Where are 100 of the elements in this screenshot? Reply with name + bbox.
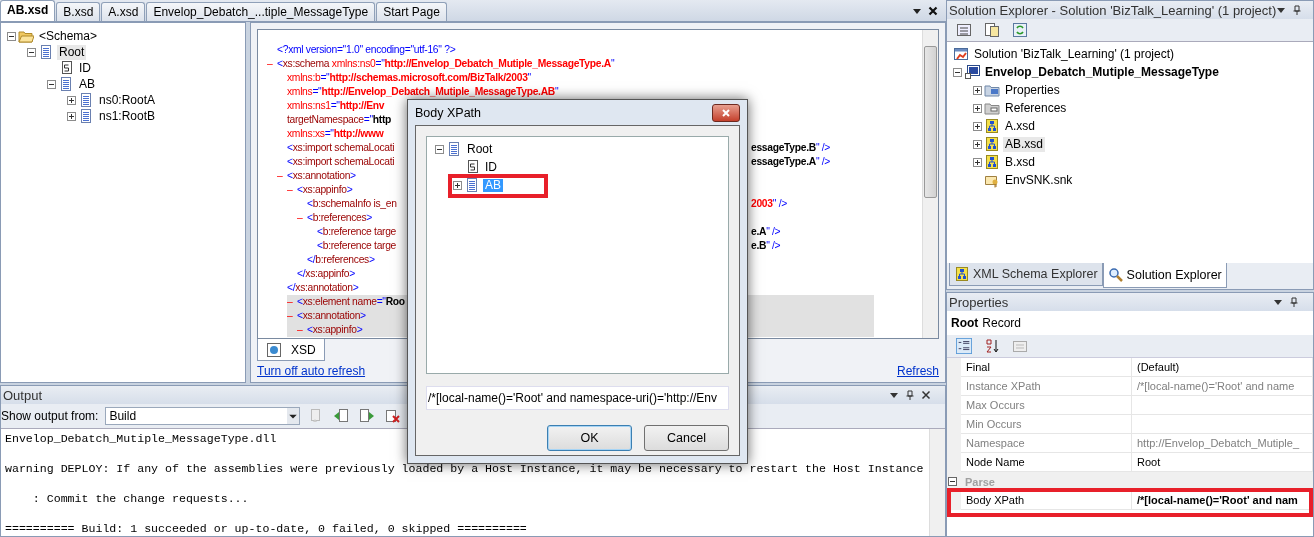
dialog-title: Body XPath <box>415 105 481 120</box>
previous-icon[interactable] <box>333 408 350 424</box>
dialog-button[interactable]: OK <box>547 425 632 451</box>
clear-icon[interactable] <box>385 408 402 424</box>
tree-toggle[interactable] <box>453 180 462 190</box>
scrollbar[interactable] <box>929 429 945 536</box>
close-icon[interactable] <box>921 390 931 400</box>
code-line: <xs:element name="Roo <box>297 295 405 309</box>
tree-item[interactable]: AB.xsd <box>1003 136 1045 152</box>
tree-toggle[interactable] <box>973 103 982 113</box>
code-line: <xs:appinfo> <box>297 183 353 197</box>
document-tab[interactable]: Start Page <box>376 2 447 21</box>
panel-tab[interactable]: XML Schema Explorer <box>949 263 1103 286</box>
collapse-toggle[interactable]: – <box>267 57 277 71</box>
scrollbar[interactable] <box>922 30 938 338</box>
link[interactable]: Refresh <box>896 364 939 378</box>
magnifier-icon <box>1107 267 1124 283</box>
pin-icon[interactable] <box>1292 5 1303 15</box>
show-files-icon[interactable] <box>984 22 1000 38</box>
output-source-dropdown[interactable]: Build <box>105 407 301 425</box>
tree-item[interactable]: ns0:RootA <box>97 92 158 108</box>
document-tab[interactable]: Envelop_Debatch_...tiple_MessageType <box>146 2 376 21</box>
dropdown-icon[interactable] <box>1273 297 1283 307</box>
dropdown-icon[interactable] <box>889 390 899 400</box>
globe-icon <box>266 341 282 358</box>
panel-tab[interactable]: Solution Explorer <box>1102 263 1227 288</box>
property-name: Namespace <box>961 434 1132 453</box>
tree-item[interactable]: <Schema> <box>37 28 100 44</box>
property-value[interactable]: /*[local-name()='Root' and nam <box>1132 491 1313 510</box>
property-value[interactable]: (Default) <box>1132 358 1313 377</box>
collapse-toggle[interactable]: – <box>297 211 307 225</box>
close-button[interactable] <box>712 103 740 122</box>
output-line: warning DEPLOY: If any of the assemblies were previously loaded by a Host Instance, it may be necessary to restart the Host Instance <box>5 461 924 476</box>
object-name: Root <box>951 316 979 330</box>
code-line: xmlns:b="http://schemas.microsoft.com/BizTalk/2003" <box>287 71 531 85</box>
tree-item[interactable]: ns1:RootB <box>97 108 158 124</box>
object-type: Record <box>982 316 1021 330</box>
collapse-toggle[interactable]: – <box>287 183 297 197</box>
tree-item[interactable]: Solution 'BizTalk_Learning' (1 project) <box>972 46 1177 62</box>
folder-icon <box>984 100 1000 116</box>
dialog-button[interactable]: Cancel <box>644 425 729 451</box>
categorized-icon[interactable] <box>956 338 972 354</box>
pin-icon[interactable] <box>905 390 915 400</box>
code-fragment: e.B" /> <box>751 239 782 253</box>
dropdown-icon[interactable] <box>1276 5 1287 15</box>
tree-toggle[interactable] <box>67 95 76 105</box>
property-name: Instance XPath <box>961 377 1132 396</box>
tree-item[interactable]: Root <box>57 44 87 60</box>
tree-item[interactable]: B.xsd <box>1003 154 1037 170</box>
code-fragment: <xs:import schemaLocati <box>287 155 395 169</box>
tree-item[interactable]: Properties <box>1003 82 1062 98</box>
diagram-icon <box>984 136 1000 152</box>
code-line: </b:references> <box>307 253 375 267</box>
tree-item[interactable]: References <box>1003 100 1069 116</box>
code-line: <?xml version="1.0" encoding="utf-16" ?> <box>277 43 456 57</box>
xpath-field[interactable]: /*[local-name()='Root' and namespace-uri()='http://Env <box>426 386 729 410</box>
code-line: </xs:annotation> <box>287 281 359 295</box>
refresh-icon[interactable] <box>1012 22 1028 38</box>
tree-toggle[interactable] <box>948 477 957 486</box>
document-tab[interactable]: B.xsd <box>56 2 101 21</box>
tree-toggle[interactable] <box>973 157 982 167</box>
document-tab[interactable]: AB.xsd <box>0 0 56 21</box>
output-line: : Commit the change requests... <box>31 491 249 506</box>
tree-toggle[interactable] <box>973 85 982 95</box>
output-line: Envelop_Debatch_Mutiple_MessageType.dll <box>5 431 277 446</box>
tree-item[interactable]: ID <box>77 60 93 76</box>
tree-toggle[interactable] <box>435 144 444 154</box>
properties-icon[interactable] <box>956 22 972 38</box>
tree-toggle[interactable] <box>27 47 36 57</box>
property-value[interactable]: http://Envelop_Debatch_Mutiple_ <box>1132 434 1313 453</box>
link[interactable]: Turn off auto refresh <box>257 364 366 378</box>
project-icon <box>964 64 980 80</box>
tree-item[interactable]: Envelop_Debatch_Mutiple_MessageType <box>983 64 1221 80</box>
tree-toggle[interactable] <box>7 31 16 41</box>
tree-item[interactable]: AB <box>77 76 97 92</box>
pin-icon[interactable] <box>1289 297 1299 307</box>
collapse-toggle[interactable]: – <box>277 169 287 183</box>
document-tab[interactable]: A.xsd <box>101 2 146 21</box>
category-name: Parse <box>965 475 995 488</box>
document-icon <box>464 177 480 193</box>
tree-toggle[interactable] <box>953 67 962 77</box>
code-line: xmlns="http://Envelop_Debatch_Mutiple_MessageType.AB" <box>287 85 559 99</box>
diagram-icon <box>984 154 1000 170</box>
tree-toggle[interactable] <box>67 111 76 121</box>
tree-toggle[interactable] <box>973 121 982 131</box>
close-icon <box>721 107 731 118</box>
window-icon <box>953 46 969 62</box>
tree-item[interactable]: ID <box>483 160 499 174</box>
code-line: <xs:annotation> <box>287 169 356 183</box>
sort-alphabetical-icon[interactable] <box>984 338 1000 354</box>
view-tab[interactable]: XSD <box>257 339 325 361</box>
property-value[interactable]: /*[local-name()='Root' and name <box>1132 377 1313 396</box>
tree-item[interactable]: A.xsd <box>1003 118 1037 134</box>
document-icon <box>78 108 94 124</box>
next-icon[interactable] <box>359 408 376 424</box>
tree-toggle[interactable] <box>973 139 982 149</box>
close-icon[interactable] <box>928 5 938 16</box>
tree-item[interactable]: Root <box>465 142 495 156</box>
tree-toggle[interactable] <box>47 79 56 89</box>
tree-item[interactable]: EnvSNK.snk <box>1003 172 1075 188</box>
